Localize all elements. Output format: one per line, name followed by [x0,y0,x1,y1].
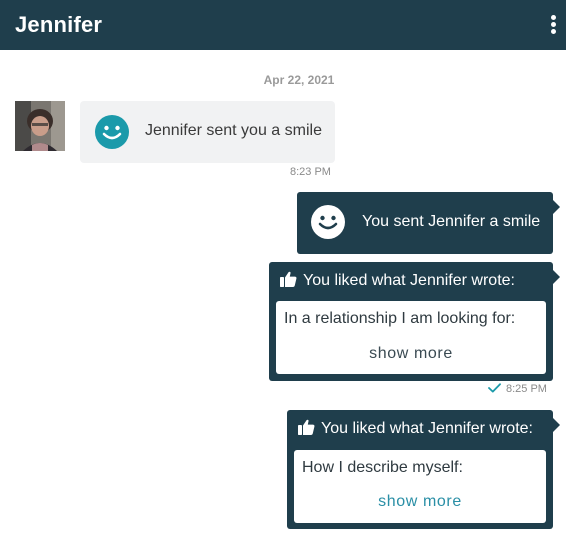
like-heading: You liked what Jennifer wrote: [298,419,533,438]
quoted-answer-card: How I describe myself: show more [294,450,546,523]
outgoing-like-message: You liked what Jennifer wrote: How I des… [287,410,560,529]
checkmark-icon [488,383,501,393]
chat-screen: Jennifer Apr 22, 2021 Jennifer sent you … [0,0,566,535]
incoming-smile-message: Jennifer sent you a smile [80,101,335,163]
date-separator: Apr 22, 2021 [263,73,335,87]
outgoing-like-message: You liked what Jennifer wrote: In a rela… [269,262,560,381]
avatar[interactable] [15,101,65,151]
contact-name[interactable]: Jennifer [15,12,102,38]
chat-header: Jennifer [0,0,566,50]
thumbs-up-icon [298,419,315,435]
show-more-link[interactable]: show more [294,493,546,511]
timestamp-text: 8:25 PM [506,383,547,395]
like-heading: You liked what Jennifer wrote: [280,271,515,290]
message-timestamp: 8:23 PM [290,166,331,178]
message-text: You sent Jennifer a smile [362,213,541,230]
quoted-question: How I describe myself: [302,459,463,476]
avatar-photo-icon [15,101,65,151]
like-heading-text: You liked what Jennifer wrote: [303,272,515,289]
quoted-answer-card: In a relationship I am looking for: show… [276,301,546,374]
show-more-link[interactable]: show more [276,345,546,363]
like-heading-text: You liked what Jennifer wrote: [321,420,533,437]
message-timestamp: 8:25 PM [488,383,547,395]
outgoing-smile-message: You sent Jennifer a smile [297,192,560,254]
message-text: Jennifer sent you a smile [145,122,322,139]
quoted-question: In a relationship I am looking for: [284,310,516,327]
thumbs-up-icon [280,271,297,287]
smile-icon [311,205,345,239]
kebab-menu-icon[interactable] [551,15,557,35]
smile-icon [95,115,129,149]
